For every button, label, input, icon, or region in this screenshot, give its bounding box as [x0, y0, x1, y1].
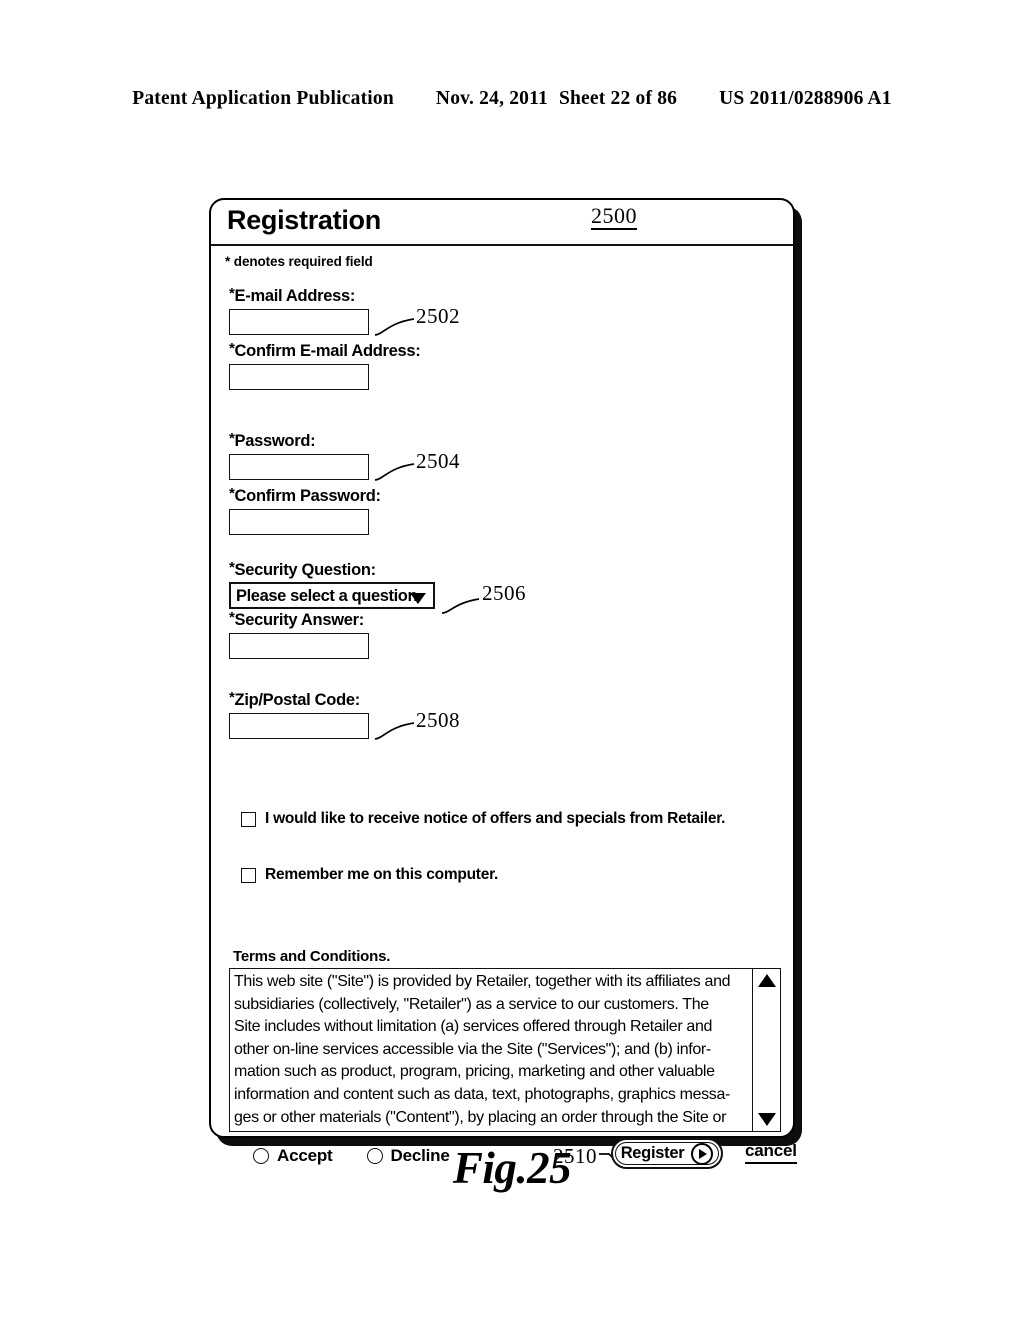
label-text: Confirm E-mail Address:	[234, 342, 421, 360]
register-button-label: Register	[620, 1144, 685, 1162]
select-security-question-value: Please select a question.	[236, 587, 422, 606]
field-email-address: *E-mail Address:	[229, 286, 369, 336]
field-password: *Password:	[229, 431, 369, 481]
dialog-body: * denotes required field *E-mail Address…	[211, 246, 797, 1169]
field-zip-postal-code: *Zip/Postal Code:	[229, 690, 369, 740]
leader-line-2506	[441, 596, 481, 616]
label-confirm-password: *Confirm Password:	[229, 486, 381, 505]
terms-line: information and content such as data, te…	[234, 1085, 730, 1103]
reference-numeral-2504: 2504	[416, 449, 460, 473]
label-text: E-mail Address:	[234, 287, 356, 305]
leader-line-2508	[374, 718, 416, 740]
terms-line: Site includes without limitation (a) ser…	[234, 1018, 713, 1036]
reference-numeral-2506: 2506	[482, 581, 526, 605]
reference-numeral-2508: 2508	[416, 708, 460, 732]
label-text: Zip/Postal Code:	[234, 691, 361, 709]
checkbox-remember-me-row[interactable]: Remember me on this computer.	[241, 866, 498, 884]
label-text: Confirm Password:	[234, 487, 381, 505]
terms-line: subsidiaries (collectively, "Retailer") …	[234, 995, 709, 1013]
terms-heading: Terms and Conditions.	[233, 948, 391, 965]
reference-numeral-2502: 2502	[416, 304, 460, 328]
triangle-down-icon[interactable]	[757, 1113, 776, 1126]
terms-line: mation such as product, program, pricing…	[234, 1063, 715, 1081]
terms-and-conditions-box: This web site ("Site") is provided by Re…	[229, 968, 781, 1132]
page-title: Registration	[227, 205, 381, 235]
input-password[interactable]	[229, 454, 369, 481]
terms-line: other on-line services accessible via th…	[234, 1040, 711, 1058]
terms-line: ges or other materials ("Content"), by p…	[234, 1108, 727, 1126]
registration-dialog-figure: Registration 2500 * denotes required fie…	[209, 198, 802, 1169]
leader-line-2502	[374, 314, 416, 336]
reference-numeral-2500: 2500	[591, 204, 637, 231]
label-security-question: *Security Question:	[229, 560, 435, 579]
dialog-titlebar: Registration 2500	[211, 200, 793, 246]
checkbox-offers-label: I would like to receive notice of offers…	[265, 810, 726, 827]
label-confirm-email-address: *Confirm E-mail Address:	[229, 341, 421, 360]
figure-caption: Fig.25	[452, 1143, 572, 1193]
publication-title: Patent Application Publication	[132, 88, 394, 109]
label-password: *Password:	[229, 431, 369, 450]
field-confirm-password: *Confirm Password:	[229, 486, 381, 536]
terms-scrollbar[interactable]	[752, 969, 780, 1131]
field-confirm-email-address: *Confirm E-mail Address:	[229, 341, 421, 391]
label-text: Password:	[234, 432, 316, 450]
select-security-question[interactable]: Please select a question.	[229, 582, 435, 610]
input-security-answer[interactable]	[229, 633, 369, 660]
publication-header: Patent Application Publication Nov. 24, 2…	[0, 88, 1024, 110]
chevron-down-icon	[410, 593, 426, 605]
play-circle-icon	[691, 1142, 714, 1165]
required-field-note: * denotes required field	[225, 254, 373, 269]
patent-number: US 2011/0288906 A1	[719, 88, 892, 109]
input-zip-postal-code[interactable]	[229, 713, 369, 740]
terms-text: This web site ("Site") is provided by Re…	[234, 971, 750, 1129]
label-email-address: *E-mail Address:	[229, 286, 369, 305]
label-text: Security Question:	[234, 561, 377, 579]
checkbox-remember-me[interactable]	[241, 867, 256, 883]
registration-dialog: Registration 2500 * denotes required fie…	[209, 198, 797, 1169]
field-security-question: *Security Question: Please select a ques…	[229, 560, 435, 610]
label-text: Security Answer:	[234, 611, 365, 629]
label-zip-postal-code: *Zip/Postal Code:	[229, 690, 369, 709]
sheet-number: Sheet 22 of 86	[558, 88, 678, 109]
checkbox-remember-me-label: Remember me on this computer.	[265, 866, 499, 883]
publication-date: Nov. 24, 2011	[435, 88, 548, 109]
checkbox-offers[interactable]	[241, 811, 256, 827]
input-email-address[interactable]	[229, 309, 369, 336]
checkbox-offers-row[interactable]: I would like to receive notice of offers…	[241, 810, 725, 828]
leader-line-2504	[374, 459, 416, 481]
input-confirm-password[interactable]	[229, 509, 369, 536]
terms-line: This web site ("Site") is provided by Re…	[234, 973, 731, 990]
label-security-answer: *Security Answer:	[229, 610, 369, 629]
field-security-answer: *Security Answer:	[229, 610, 369, 660]
triangle-up-icon[interactable]	[757, 974, 776, 987]
input-confirm-email-address[interactable]	[229, 364, 369, 391]
